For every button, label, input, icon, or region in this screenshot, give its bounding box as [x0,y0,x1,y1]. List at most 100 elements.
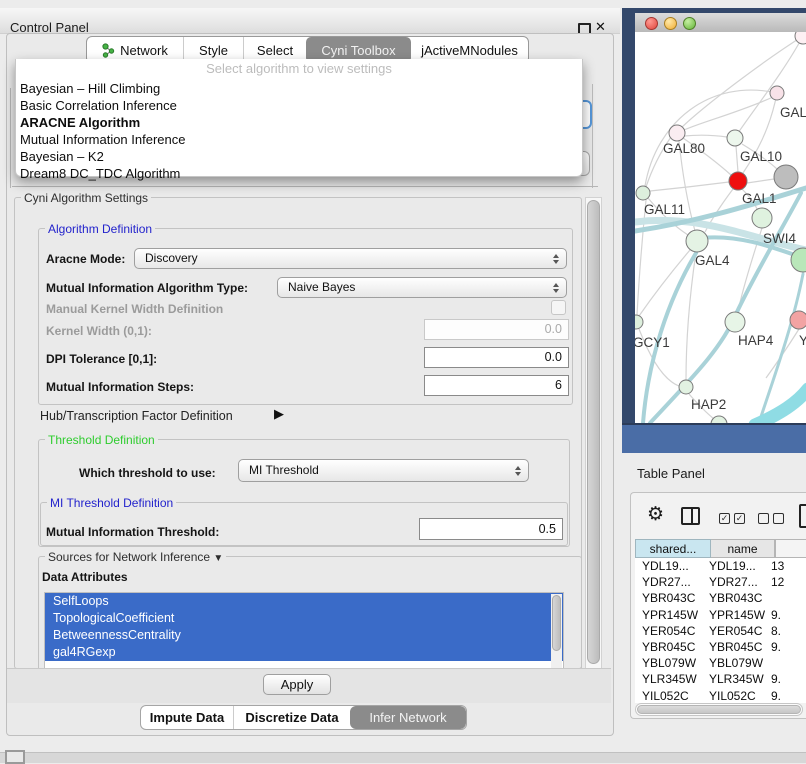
network-window: GAL GAL80 GAL10 GAL1 GAL11 SWI4 GAL4 GCY… [622,8,806,451]
kernel-width-field[interactable]: 0.0 [424,319,569,340]
table-row[interactable]: YPR145WYPR145W9. [635,607,806,623]
control-panel-titlebar: Control Panel ✕ [0,8,620,34]
stepper-arrows-icon [553,283,559,293]
scrollbar-thumb[interactable] [637,705,801,714]
kernel-width-label: Kernel Width (0,1): [46,324,152,338]
column-header-shared-name[interactable]: shared... [635,539,711,558]
node-label: HAP2 [691,397,726,412]
mi-threshold-field[interactable]: 0.5 [419,518,563,540]
table-horizontal-scrollbar[interactable] [635,703,803,716]
stepper-arrows-icon [553,254,559,264]
collapse-arrow-icon[interactable]: ▼ [213,553,223,564]
mi-type-combobox[interactable]: Naive Bayes [277,277,567,298]
network-window-titlebar[interactable] [635,13,806,33]
dropdown-item-selected[interactable]: ARACNE Algorithm [19,114,560,131]
network-icon [102,43,115,58]
list-vertical-scrollbar[interactable] [551,594,562,668]
table-row[interactable]: YBR043CYBR043C [635,590,806,606]
table-toolbar: ⚙ ✓✓ [631,493,806,537]
dropdown-item[interactable]: Bayesian – K2 [19,148,560,165]
node[interactable] [791,248,806,272]
node-label: GAL [780,105,806,120]
table-row[interactable]: YLR345WYLR345W9. [635,671,806,687]
node-gray[interactable] [774,165,798,189]
aracne-mode-label: Aracne Mode: [46,252,125,266]
list-item[interactable]: TopologicalCoefficient [45,610,563,627]
table-row[interactable]: YDL19...YDL19...13 [635,558,806,574]
table-panel-title: Table Panel [637,466,705,481]
table-row[interactable]: YDR27...YDR27...12 [635,574,806,590]
node[interactable] [795,32,806,44]
document-icon[interactable] [799,504,806,528]
network-node-labels: GAL GAL80 GAL10 GAL1 GAL11 SWI4 GAL4 GCY… [635,105,806,412]
dropdown-item[interactable]: Bayesian – Hill Climbing [19,80,560,97]
column-header-partial[interactable] [775,539,806,558]
data-attributes-list[interactable]: SelfLoops TopologicalCoefficient Between… [44,592,564,671]
dpi-tolerance-field[interactable]: 0.0 [424,347,569,368]
desktop-background [622,423,806,453]
node-gal80[interactable] [669,125,685,141]
table-row[interactable]: YIL052CYIL052C9. [635,688,806,704]
tab-infer-network[interactable]: Infer Network [350,706,466,729]
dpi-tolerance-label: DPI Tolerance [0,1]: [46,352,157,366]
node-hap4[interactable] [725,312,745,332]
tab-impute-data[interactable]: Impute Data [141,706,233,729]
network-canvas[interactable]: GAL GAL80 GAL10 GAL1 GAL11 SWI4 GAL4 GCY… [635,32,806,423]
column-view-icon[interactable] [681,507,700,525]
manual-kernel-label: Manual Kernel Width Definition [46,302,223,316]
hub-tf-definition-label[interactable]: Hub/Transcription Factor Definition [40,409,233,423]
node-gal4[interactable] [686,230,708,252]
gear-icon[interactable]: ⚙ [647,503,664,525]
mi-threshold-label: Mutual Information Threshold: [46,525,219,539]
dropdown-item[interactable]: Mutual Information Inference [19,131,560,148]
dropdown-item[interactable]: Basic Correlation Inference [19,97,560,114]
node-salmon[interactable] [790,311,806,329]
node-label: GAL11 [644,202,685,217]
stepper-arrows-icon [515,466,521,476]
deselect-all-checkboxes-icon[interactable] [758,513,784,524]
table-row[interactable]: YBL079WYBL079W [635,655,806,671]
minimize-traffic-light[interactable] [664,17,677,30]
hidden-groupbox-edge [10,88,11,188]
close-traffic-light[interactable] [645,17,658,30]
table-row[interactable]: YBR045CYBR045C9. [635,639,806,655]
node-swi4[interactable] [752,208,772,228]
tab-discretize-data[interactable]: Discretize Data [233,706,350,729]
which-threshold-label: Which threshold to use: [79,466,216,480]
node-gal11[interactable] [636,186,650,200]
node-gal10[interactable] [727,130,743,146]
table-panel: ⚙ ✓✓ shared... name YDL19...YDL19...13 Y… [630,492,806,719]
scrollbar-thumb[interactable] [587,200,600,664]
node-gcy1[interactable] [635,315,643,329]
sources-group-title: Sources for Network Inference ▼ [45,550,226,564]
list-item[interactable]: gal4RGexp [45,644,563,661]
data-attributes-label: Data Attributes [42,570,128,584]
which-threshold-combobox[interactable]: MI Threshold [238,459,529,482]
dropdown-item[interactable]: Dream8 DC_TDC Algorithm [19,165,560,182]
mi-steps-field[interactable]: 6 [424,375,569,396]
node-label: Y [799,333,806,348]
bottom-tabs: Impute Data Discretize Data Infer Networ… [140,705,467,730]
aracne-mode-combobox[interactable]: Discovery [134,248,567,269]
section-divider [12,186,598,187]
table-row[interactable]: YER054CYER054C8. [635,623,806,639]
node-gal1-red[interactable] [729,172,747,190]
bottom-band [0,752,806,763]
network-graph: GAL GAL80 GAL10 GAL1 GAL11 SWI4 GAL4 GCY… [635,32,806,423]
table-header: shared... name [635,539,806,558]
list-item[interactable]: SelfLoops [45,593,563,610]
node[interactable] [770,86,784,100]
node-label: GAL80 [663,141,705,156]
list-item[interactable]: BetweennessCentrality [45,627,563,644]
select-all-checkboxes-icon[interactable]: ✓✓ [719,513,745,524]
scrollbar-thumb[interactable] [552,595,561,651]
column-header-name[interactable]: name [711,539,775,558]
node-hap2[interactable] [679,380,693,394]
manual-kernel-checkbox[interactable] [551,300,566,315]
node[interactable] [711,416,727,423]
algorithm-dropdown-popup: Select algorithm to view settings Bayesi… [15,59,583,177]
zoom-traffic-light[interactable] [683,17,696,30]
expand-arrow-icon[interactable]: ▶ [274,406,284,422]
settings-vertical-scrollbar[interactable] [585,197,602,669]
apply-button[interactable]: Apply [263,674,331,695]
